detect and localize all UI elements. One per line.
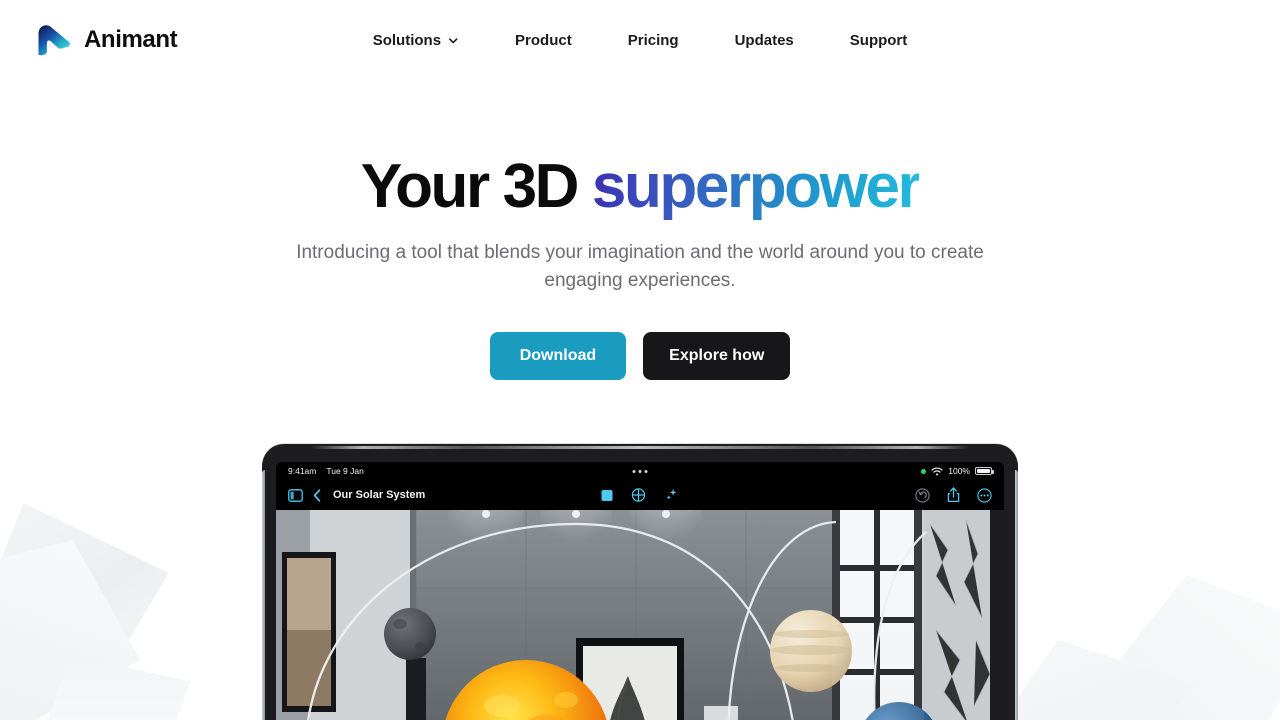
sparkle-tool-icon[interactable] (665, 488, 679, 502)
background-polygon-left-3 (40, 655, 190, 720)
tablet-screen: 9:41am Tue 9 Jan 100% Our Solar System (276, 462, 1004, 720)
ar-scene-render (276, 510, 1004, 720)
explore-how-button[interactable]: Explore how (643, 332, 791, 381)
app-toolbar: Our Solar System (276, 480, 1004, 510)
nav-item-support[interactable]: Support (838, 22, 920, 59)
tablet-device-mockup: 9:41am Tue 9 Jan 100% Our Solar System (262, 444, 1018, 720)
chevron-down-icon (449, 37, 458, 43)
nav-item-solutions[interactable]: Solutions (361, 22, 471, 59)
multitask-dot (632, 469, 636, 473)
share-icon[interactable] (947, 487, 960, 503)
background-polygon-left-2 (0, 540, 140, 720)
battery-full-icon (975, 467, 994, 475)
battery-fill (977, 469, 990, 473)
nav-item-product[interactable]: Product (503, 22, 584, 59)
wifi-icon (931, 467, 943, 475)
nav-item-label: Pricing (627, 31, 679, 49)
tablet-edge-right (1015, 470, 1018, 720)
ar-solar-system-scene: Augmented reality solar system rendered … (276, 510, 1004, 720)
app-toolbar-center-tools (601, 488, 679, 502)
background-polygon-right-1 (1090, 575, 1280, 720)
main-navigation: Solutions Product Pricing Updates Suppor… (361, 22, 920, 59)
nav-item-pricing[interactable]: Pricing (616, 22, 691, 59)
hero-cta-group: Download Explore how (0, 332, 1280, 381)
nav-item-label: Updates (734, 31, 794, 49)
status-bar-right: 100% (921, 466, 994, 476)
multitask-dot (644, 469, 648, 473)
battery-percent-label: 100% (948, 466, 970, 476)
multitask-dot (638, 469, 642, 473)
recording-dot-icon (921, 468, 927, 474)
headline-plain-text: Your 3D (360, 152, 592, 221)
nav-item-updates[interactable]: Updates (723, 22, 806, 59)
square-tool-icon[interactable] (601, 489, 613, 501)
brand-logo-link[interactable]: Animant (32, 21, 178, 59)
chevron-left-icon[interactable] (313, 488, 321, 502)
hero-subheading: Introducing a tool that blends your imag… (296, 242, 984, 292)
status-date: Tue 9 Jan (326, 466, 364, 476)
tablet-edge-left (262, 470, 265, 720)
app-toolbar-left: Our Solar System (288, 488, 426, 502)
sidebar-toggle-icon[interactable] (288, 488, 303, 502)
undo-icon[interactable] (915, 487, 930, 503)
nav-item-label: Solutions (372, 31, 442, 49)
animant-chevron-logo-icon (38, 25, 70, 56)
background-polygon-right-2 (1005, 640, 1195, 720)
download-button[interactable]: Download (489, 332, 627, 381)
site-header: Animant Solutions Product Pricing Update… (0, 0, 1280, 80)
background-polygon-left-1 (0, 493, 176, 696)
headline-gradient-text: superpower (591, 152, 922, 221)
app-toolbar-right-tools (915, 487, 992, 503)
brand-name: Animant (84, 26, 178, 53)
globe-tool-icon[interactable] (631, 488, 646, 502)
multitask-dots-icon[interactable] (632, 469, 648, 473)
status-time: 9:41am (288, 466, 317, 476)
nav-item-label: Support (849, 31, 908, 49)
nav-item-label: Product (515, 31, 572, 49)
ios-status-bar: 9:41am Tue 9 Jan 100% (276, 462, 1004, 480)
page-title: Your 3D superpower (0, 155, 1280, 218)
status-bar-left: 9:41am Tue 9 Jan (288, 466, 364, 476)
landing-page: Animant Solutions Product Pricing Update… (0, 0, 1280, 720)
hero-section: Your 3D superpower Introducing a tool th… (0, 80, 1280, 381)
more-options-icon[interactable] (977, 487, 992, 503)
tablet-frame: 9:41am Tue 9 Jan 100% Our Solar System (262, 444, 1018, 720)
app-document-title: Our Solar System (333, 489, 426, 501)
